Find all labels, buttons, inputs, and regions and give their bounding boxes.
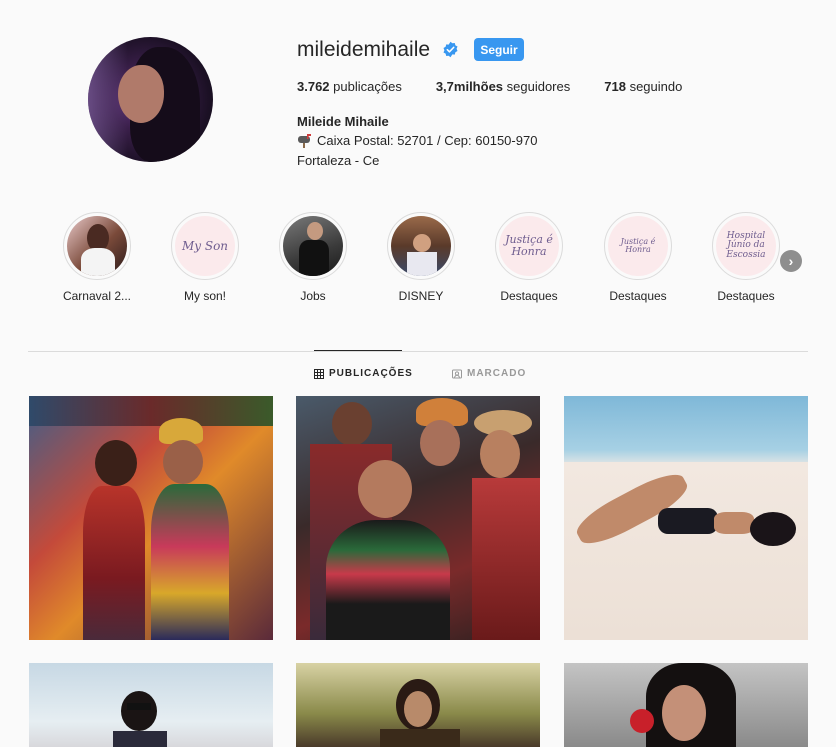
post-thumbnail[interactable] (296, 396, 540, 640)
post-thumbnail[interactable] (29, 663, 273, 747)
post-thumbnail[interactable] (29, 396, 273, 640)
highlight-cover-text: Justiça é Honra (505, 233, 553, 258)
highlight-destaques-2[interactable]: Justiça é Honra Destaques (588, 212, 688, 303)
profile-stats: 3.762 publicações 3,7milhões seguidores … (297, 79, 716, 94)
highlight-my-son[interactable]: My Son My son! (155, 212, 255, 303)
post-thumbnail[interactable] (564, 396, 808, 640)
highlight-destaques-1[interactable]: Justiça é Honra Destaques (479, 212, 579, 303)
tab-marcado[interactable]: MARCADO (452, 368, 526, 379)
followers-count[interactable]: 3,7milhões seguidores (436, 79, 570, 94)
profile-username: mileidemihaile (297, 38, 431, 61)
profile-bio-line2: Fortaleza - Ce (297, 153, 380, 168)
highlight-cover-text: Hospital Júnio da Escossia (726, 230, 766, 260)
highlight-cover-text: Justiça é Honra (620, 236, 656, 254)
highlight-label: Carnaval 2... (62, 289, 132, 303)
highlight-jobs[interactable]: Jobs (263, 212, 363, 303)
highlight-label: Destaques (717, 289, 775, 303)
highlight-label: Destaques (609, 289, 667, 303)
post-thumbnail[interactable] (564, 663, 808, 747)
profile-full-name: Mileide Mihaile (297, 114, 389, 129)
post-thumbnail[interactable] (296, 663, 540, 747)
highlight-label: DISNEY (398, 289, 444, 303)
profile-avatar[interactable] (88, 37, 213, 162)
highlight-disney[interactable]: DISNEY (371, 212, 471, 303)
highlight-carnaval[interactable]: Carnaval 2... (47, 212, 147, 303)
tab-publicacoes[interactable]: PUBLICAÇÕES (314, 368, 413, 379)
active-tab-indicator (314, 350, 402, 351)
highlight-label: Jobs (300, 289, 326, 303)
following-count[interactable]: 718 seguindo (604, 79, 682, 94)
highlight-label: Destaques (500, 289, 558, 303)
tabs-divider (28, 351, 808, 352)
highlight-cover-text: My Son (181, 238, 229, 253)
tag-icon (452, 369, 462, 378)
highlight-label: My son! (183, 289, 226, 303)
chevron-right-icon[interactable]: › (780, 250, 802, 272)
mailbox-icon (298, 133, 311, 148)
verified-badge-icon (443, 41, 458, 58)
grid-icon (314, 368, 324, 379)
posts-count[interactable]: 3.762 publicações (297, 79, 402, 94)
profile-bio-line1: Caixa Postal: 52701 / Cep: 60150-970 (297, 133, 537, 148)
follow-button[interactable]: Seguir (474, 38, 524, 61)
